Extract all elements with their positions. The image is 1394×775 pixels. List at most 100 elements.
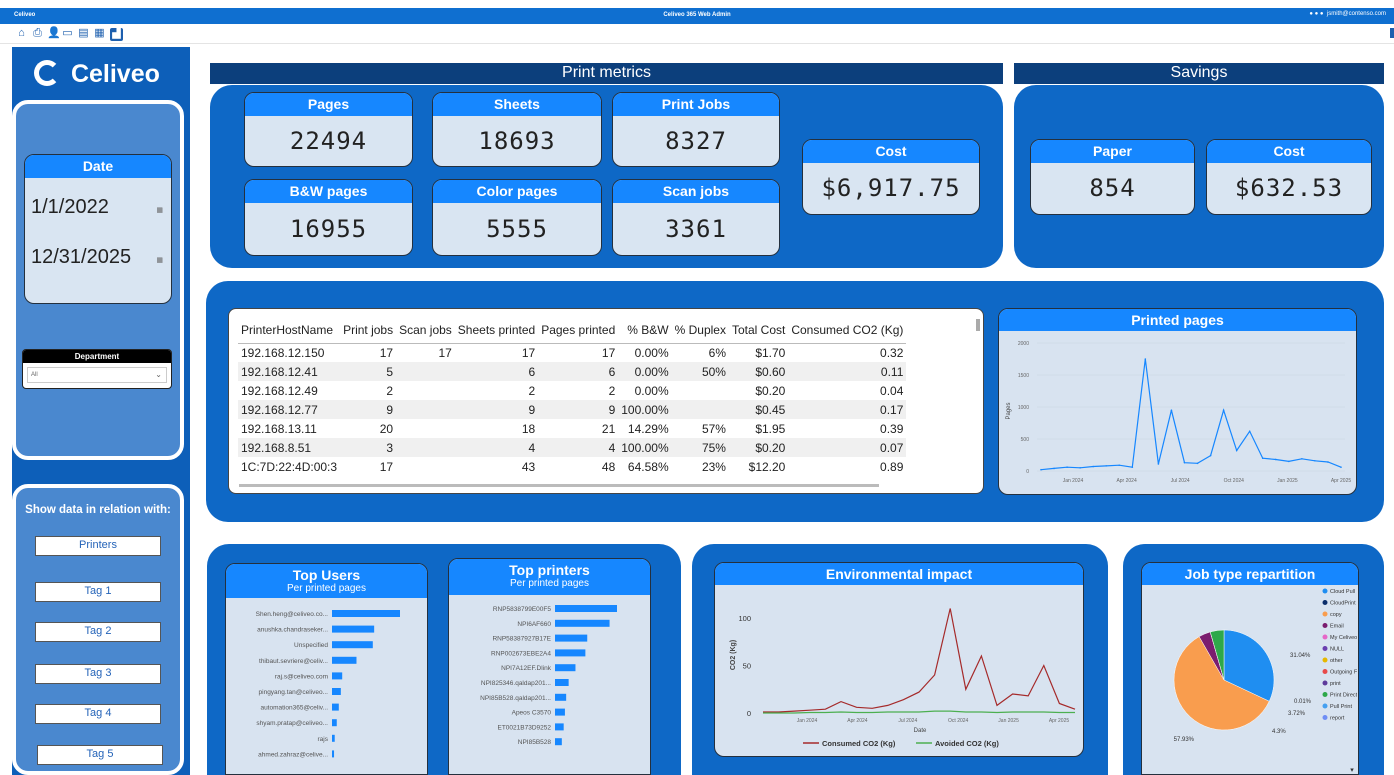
color-pages-label: Color pages bbox=[433, 180, 601, 203]
tag4-button[interactable]: Tag 4 bbox=[35, 704, 161, 724]
printer-icon[interactable]: ⎙ bbox=[32, 28, 43, 39]
calendar-icon[interactable]: ▦ bbox=[156, 190, 163, 232]
legend-label: Pull Print bbox=[1330, 704, 1352, 710]
pie-data-label: 4.3% bbox=[1272, 729, 1286, 735]
bar bbox=[555, 708, 565, 716]
department-dropdown[interactable]: All ⌄ bbox=[27, 367, 167, 383]
user-icon[interactable]: 👤 bbox=[47, 28, 61, 39]
cost-value: $6,917.75 bbox=[821, 174, 961, 202]
bar-category-label: NPI85B528 bbox=[518, 739, 552, 746]
legend-marker bbox=[1322, 623, 1328, 628]
legend-marker bbox=[1322, 634, 1328, 640]
relation-label: Show data in relation with: bbox=[25, 504, 171, 516]
report-icon[interactable]: ▦ bbox=[94, 28, 105, 39]
bar-category-label: RNP5838799E00F5 bbox=[493, 606, 552, 613]
column-header[interactable]: PrinterHostName bbox=[238, 317, 341, 344]
table-cell: 2 bbox=[608, 383, 616, 398]
data-point bbox=[1183, 461, 1186, 464]
expand-handle[interactable] bbox=[1390, 28, 1394, 38]
bar-category-label: shyam.pratap@celiveo... bbox=[256, 720, 328, 727]
bar bbox=[332, 688, 341, 695]
table-cell: 0.11 bbox=[788, 362, 907, 381]
y-tick-label: 0 bbox=[1026, 469, 1029, 475]
legend-marker bbox=[1322, 692, 1328, 697]
savings-panel: Paper 854 Cost $632.53 bbox=[1014, 85, 1384, 268]
table-cell: 6 bbox=[454, 362, 539, 381]
paper-savings-card: Paper 854 bbox=[1030, 139, 1195, 215]
printer-table[interactable]: PrinterHostName Print jobs Scan jobs Sheets… bbox=[228, 308, 984, 494]
table-row[interactable]: 192.168.12.150 17 17 17 17 0.00% 6% $1.70 0.32 bbox=[238, 343, 906, 362]
bar-category-label: anushka.chandraseker... bbox=[257, 627, 328, 634]
account-area[interactable]: ● ● ● jsmith@contenso.com bbox=[1309, 11, 1386, 17]
bar bbox=[332, 703, 339, 711]
tag5-button[interactable]: Tag 5 bbox=[37, 745, 163, 765]
table-row[interactable]: 192.168.12.49 2 2 2 0.00% $0.20 0.04 bbox=[238, 381, 906, 400]
home-icon[interactable]: ⌂ bbox=[16, 28, 27, 39]
table-cell: 100.00% bbox=[618, 438, 672, 457]
printers-button[interactable]: Printers bbox=[35, 536, 161, 556]
tag2-button[interactable]: Tag 2 bbox=[35, 622, 161, 642]
column-header[interactable]: Print jobs bbox=[340, 317, 397, 344]
data-point bbox=[1157, 463, 1160, 465]
column-header[interactable]: Scan jobs bbox=[396, 317, 455, 344]
data-point bbox=[1288, 460, 1290, 463]
y-tick-label: 1500 bbox=[1018, 373, 1029, 379]
column-header[interactable]: % Duplex bbox=[671, 317, 729, 344]
pages-card: Pages 22494 bbox=[244, 92, 413, 167]
data-point bbox=[1235, 449, 1238, 452]
table-cell: 2 bbox=[386, 383, 394, 398]
top-users-plot: Shen.heng@celiveo.co... anushka.chandrase… bbox=[256, 610, 400, 758]
bar-category-label: RNP58387927B17E bbox=[492, 636, 551, 643]
date-end-input[interactable]: 12/31/2025 ▦ bbox=[31, 236, 165, 278]
table-cell: 17 bbox=[521, 345, 536, 360]
table-body: 192.168.12.150 17 17 17 17 0.00% 6% $1.70 0.32 19… bbox=[238, 343, 907, 476]
vertical-scrollbar[interactable] bbox=[976, 319, 980, 331]
print-jobs-value: 8327 bbox=[665, 127, 727, 155]
chevron-down-icon[interactable]: ⌄ bbox=[155, 368, 162, 382]
bar bbox=[555, 619, 610, 627]
table-row[interactable]: 1C:7D:22:4D:00:3 17 43 48 64.58% 23% $12.20 0.8… bbox=[238, 457, 906, 476]
series-line bbox=[1040, 358, 1342, 471]
x-tick-label: Jan 2024 bbox=[797, 718, 818, 724]
bw-pages-label: B&W pages bbox=[245, 180, 412, 203]
table-cell: 0.00% bbox=[618, 362, 672, 381]
table-row[interactable]: 192.168.8.51 3 4 4 100.00% 75% $0.20 0.07 bbox=[238, 438, 907, 457]
print-jobs-card: Print Jobs 8327 bbox=[612, 92, 780, 167]
data-point bbox=[1040, 468, 1042, 471]
table-cell: $1.95 bbox=[755, 421, 786, 436]
legend-label: other bbox=[1330, 658, 1343, 664]
department-slicer[interactable]: Department All ⌄ bbox=[22, 349, 172, 389]
bar bbox=[332, 719, 337, 727]
column-header[interactable]: Total Cost bbox=[728, 317, 789, 344]
x-tick-label: Jan 2025 bbox=[1277, 478, 1298, 484]
horizontal-scrollbar[interactable] bbox=[239, 484, 879, 487]
data-point bbox=[1196, 462, 1199, 465]
table-cell: $0.60 bbox=[728, 362, 789, 381]
legend-label: My Celiveo bbox=[1330, 635, 1357, 641]
print-jobs-label: Print Jobs bbox=[613, 93, 779, 116]
table-row[interactable]: 192.168.12.77 9 9 9 100.00% $0.45 0.17 bbox=[238, 400, 907, 419]
logo-icon bbox=[34, 60, 60, 86]
scan-jobs-card: Scan jobs 3361 bbox=[612, 179, 780, 256]
date-start-input[interactable]: 1/1/2022 ▦ bbox=[31, 186, 165, 228]
table-row[interactable]: 192.168.13.11 20 18 21 14.29% 57% $1.95 0.39 bbox=[238, 419, 906, 438]
bar bbox=[555, 634, 588, 642]
legend-marker bbox=[1322, 669, 1328, 674]
calendar-icon[interactable]: ▦ bbox=[156, 240, 163, 282]
chart-icon[interactable]: ▟ bbox=[110, 28, 123, 41]
user-email[interactable]: jsmith@contenso.com bbox=[1327, 11, 1386, 17]
tag1-button[interactable]: Tag 1 bbox=[35, 582, 161, 602]
column-header[interactable]: Sheets printed bbox=[454, 317, 539, 344]
table-cell: 0.00% bbox=[634, 345, 669, 360]
table-row[interactable]: 192.168.12.41 5 6 6 0.00% 50% $0.60 0.11 bbox=[238, 362, 907, 381]
bar-category-label: NPI6AF660 bbox=[517, 621, 551, 628]
monitor-icon[interactable]: ▭ bbox=[62, 28, 73, 39]
environmental-impact-title: Environmental impact bbox=[715, 563, 1083, 585]
table-cell: $0.20 bbox=[728, 438, 789, 457]
device-icon[interactable]: ▤ bbox=[78, 28, 89, 39]
column-header[interactable]: Consumed CO2 (Kg) bbox=[788, 317, 907, 344]
bar bbox=[555, 723, 564, 731]
column-header[interactable]: % B&W bbox=[618, 317, 672, 344]
tag3-button[interactable]: Tag 3 bbox=[35, 664, 161, 684]
column-header[interactable]: Pages printed bbox=[538, 317, 619, 344]
